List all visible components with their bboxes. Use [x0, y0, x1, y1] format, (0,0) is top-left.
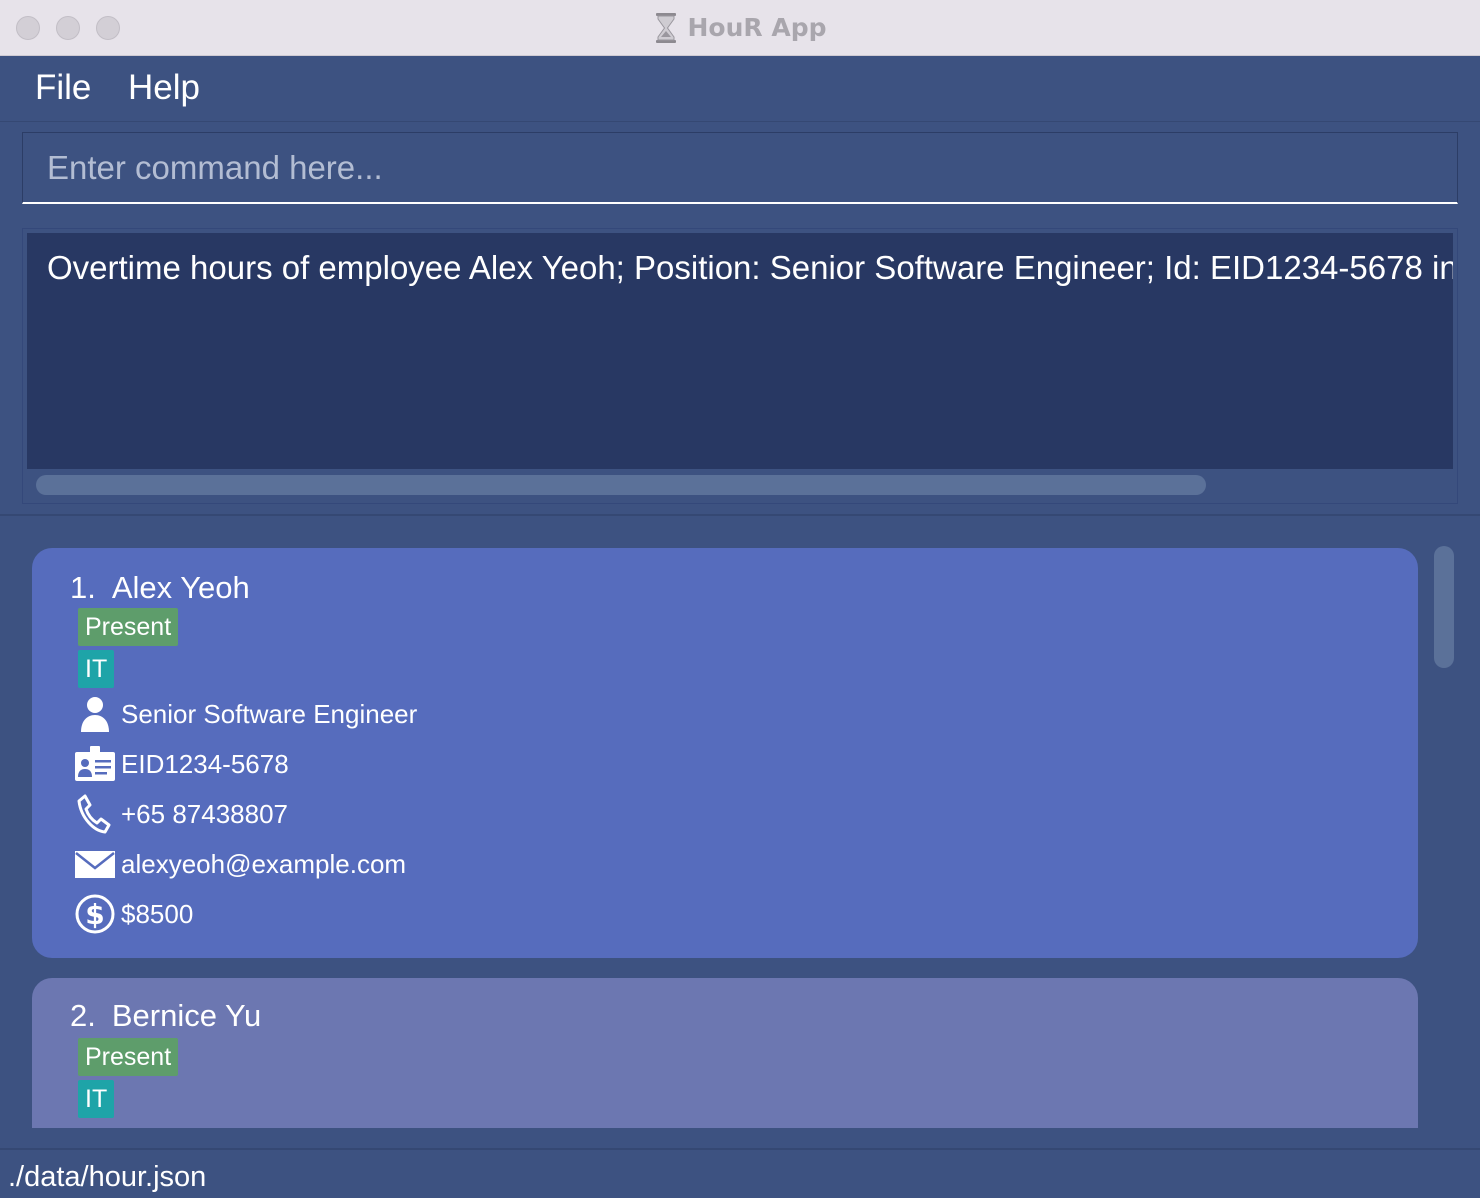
employee-index: 1. — [70, 570, 96, 605]
data-file-path: ./data/hour.json — [8, 1161, 207, 1193]
command-box — [22, 132, 1458, 204]
result-horizontal-scrollbar[interactable] — [36, 475, 1206, 495]
phone-icon — [77, 794, 111, 834]
employee-heading: 2. Bernice Yu — [70, 996, 261, 1036]
menu-help[interactable]: Help — [128, 66, 200, 110]
department-tag: IT — [78, 650, 115, 688]
department-tag: IT — [78, 1080, 115, 1118]
status-tag: Present — [78, 1038, 179, 1076]
employee-name: Alex Yeoh — [111, 570, 250, 605]
svg-text:$: $ — [85, 898, 104, 931]
hourglass-icon — [655, 13, 676, 43]
employee-index: 2. — [70, 998, 96, 1033]
status-tag: Present — [78, 608, 179, 646]
email-text: alexyeoh@example.com — [121, 849, 407, 879]
employee-card[interactable]: 1. Alex Yeoh Present IT Senior Software E… — [32, 548, 1418, 958]
id-card-icon — [75, 746, 115, 781]
employee-heading: 1. Alex Yeoh — [70, 568, 250, 608]
person-icon — [81, 697, 109, 732]
result-display[interactable]: Overtime hours of employee Alex Yeoh; Po… — [27, 233, 1453, 469]
title-bar: HouR App — [0, 0, 1480, 56]
dollar-circle-icon: $ — [75, 894, 115, 934]
status-bar: ./data/hour.json — [0, 1148, 1480, 1198]
result-display-panel: Overtime hours of employee Alex Yeoh; Po… — [22, 228, 1458, 504]
employee-id-text: EID1234-5678 — [121, 749, 289, 779]
window-title-group: HouR App — [0, 10, 1480, 46]
command-input[interactable] — [23, 133, 1457, 202]
employee-card[interactable]: 2. Bernice Yu Present IT — [32, 978, 1418, 1128]
position-text: Senior Software Engineer — [121, 699, 418, 729]
employee-list[interactable]: 1. Alex Yeoh Present IT Senior Software E… — [0, 516, 1480, 1128]
employee-list-scrollbar[interactable] — [1434, 546, 1454, 668]
phone-text: +65 87438807 — [121, 799, 289, 829]
menu-bar: File Help — [0, 56, 1480, 122]
menu-file[interactable]: File — [35, 66, 91, 110]
salary-text: $8500 — [121, 899, 194, 929]
employee-name: Bernice Yu — [111, 998, 262, 1033]
result-message: Overtime hours of employee Alex Yeoh; Po… — [47, 249, 1453, 286]
envelope-icon — [75, 851, 115, 878]
window-title: HouR App — [687, 13, 827, 42]
